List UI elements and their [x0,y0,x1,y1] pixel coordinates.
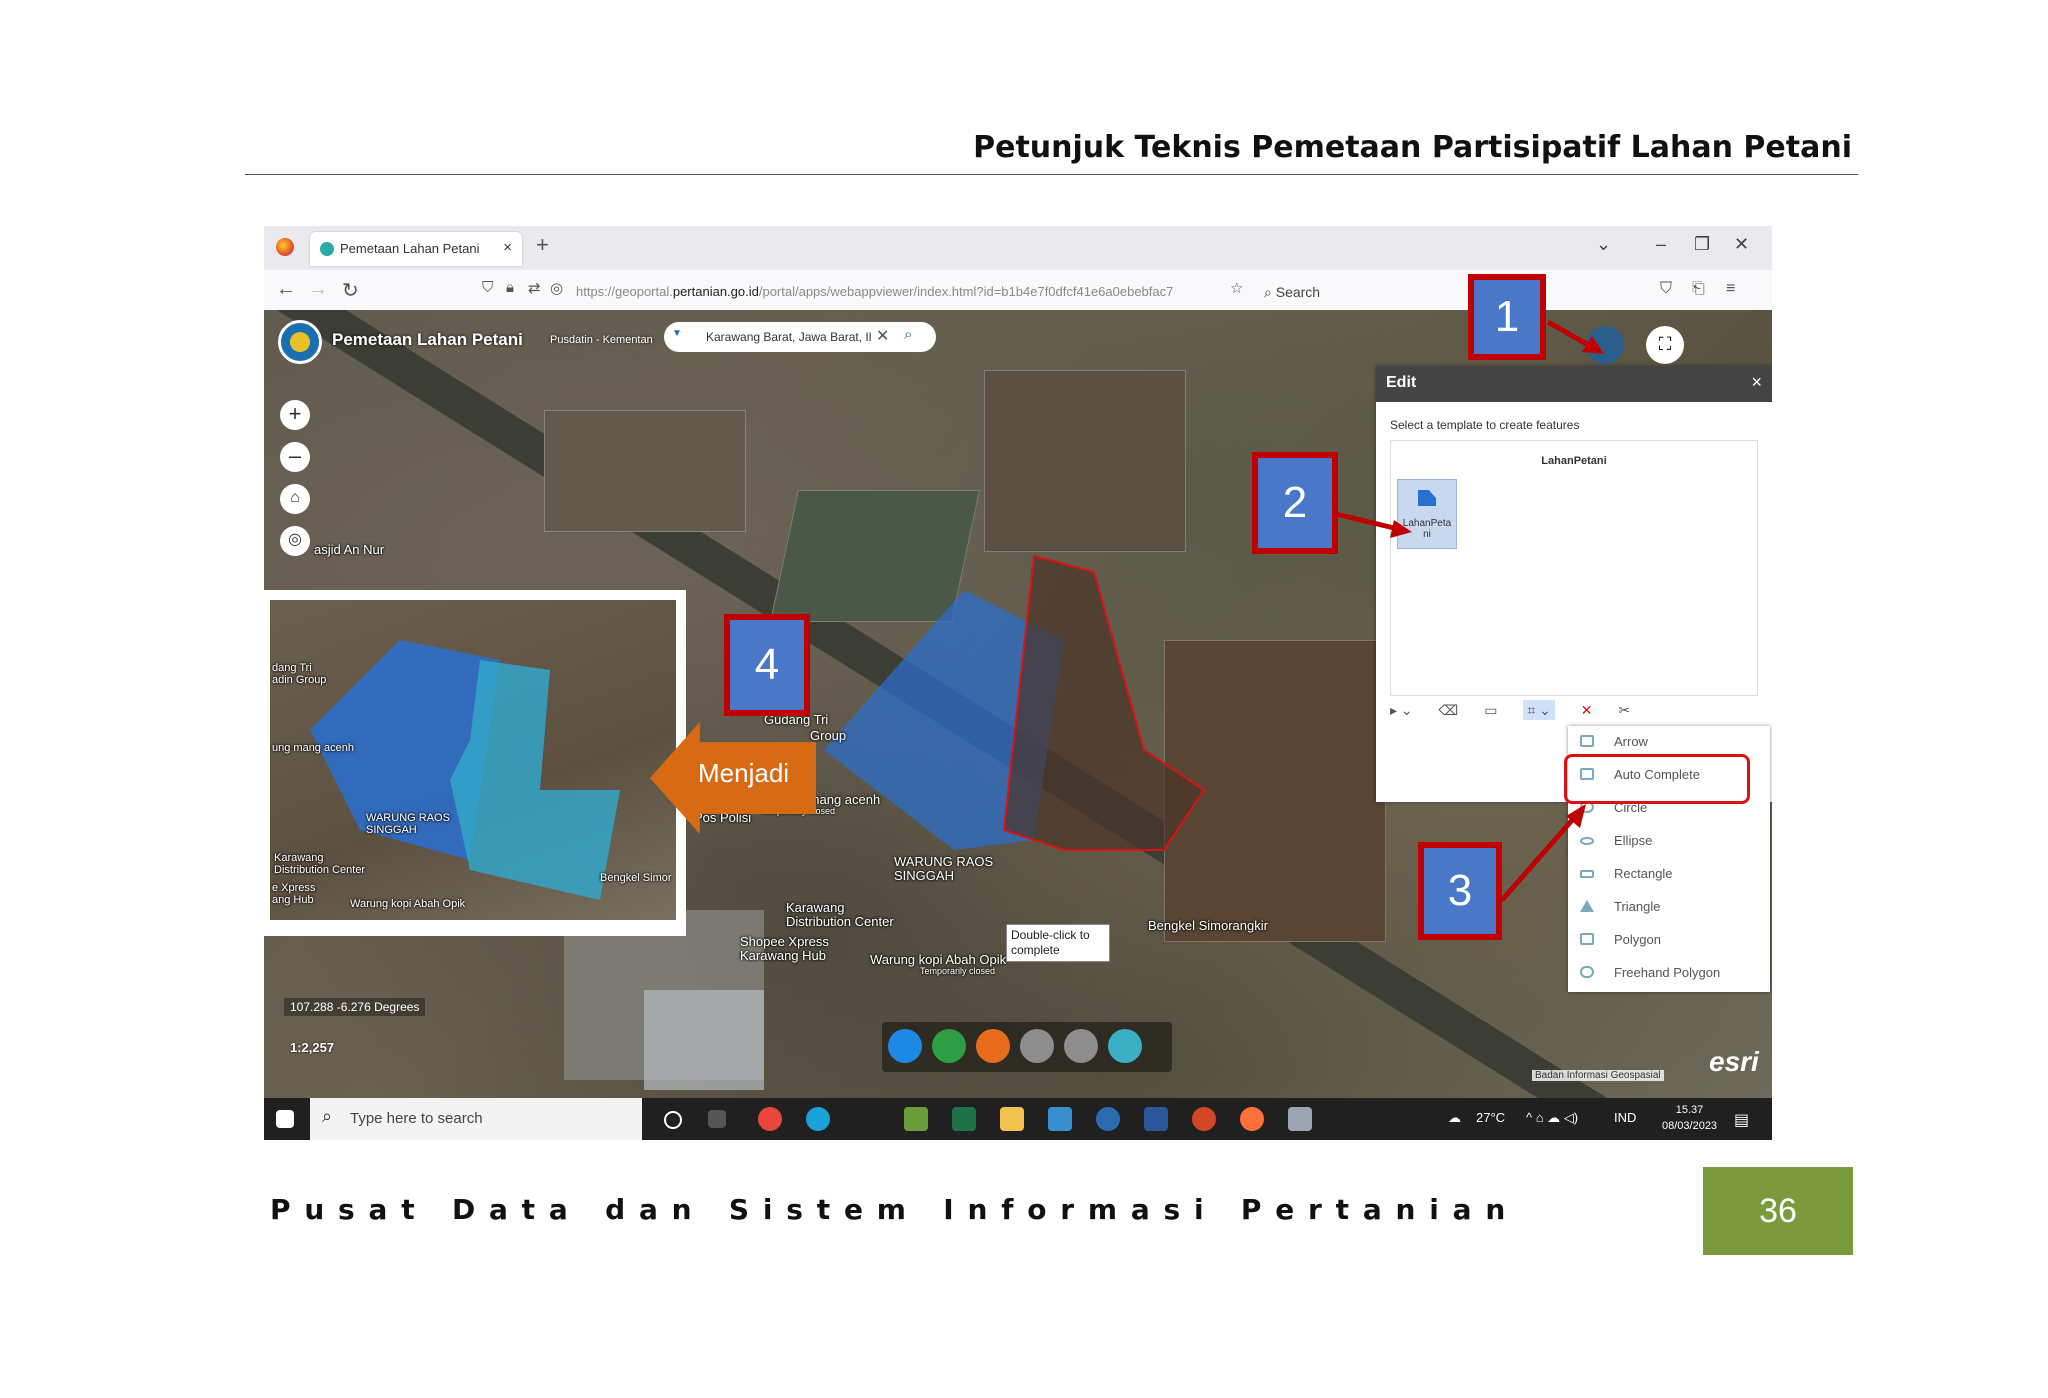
callout-4: 4 [724,614,810,716]
callout-2: 2 [1252,452,1338,554]
footer-org: Pusat Data dan Sistem Informasi Pertania… [270,1193,1520,1226]
callout-1: 1 [1468,274,1546,360]
page-number: 36 [1703,1167,1853,1255]
callout-3: 3 [1418,842,1502,940]
